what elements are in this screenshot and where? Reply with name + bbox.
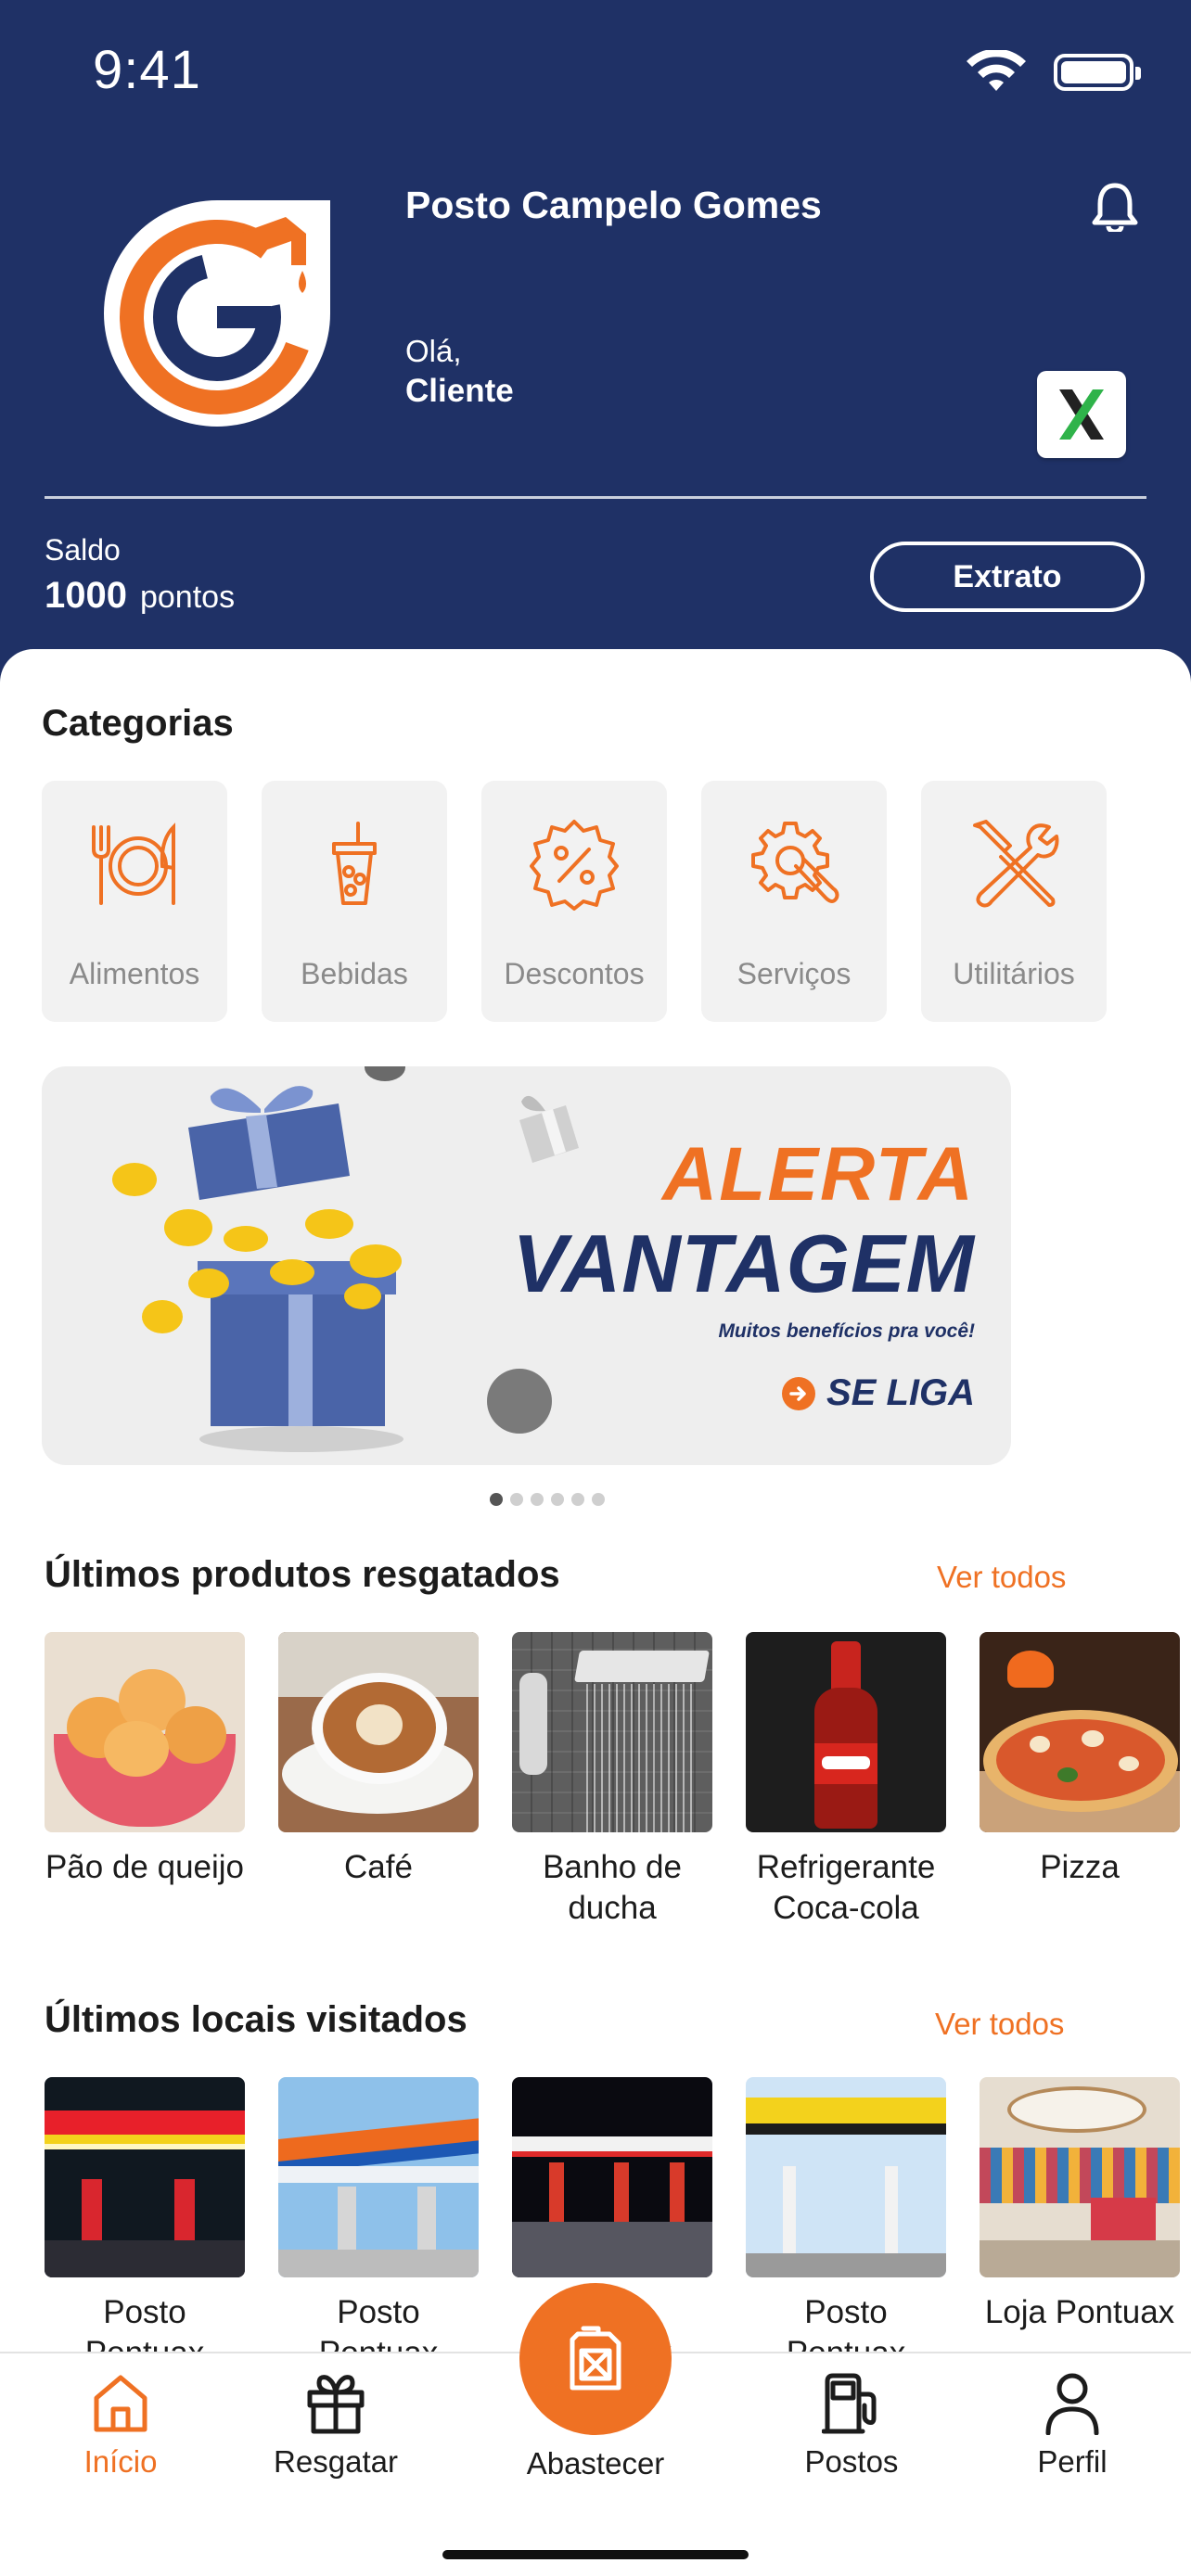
balance-label: Saldo — [45, 533, 121, 567]
banner-cta-label: SE LIGA — [826, 1372, 975, 1413]
statement-button[interactable]: Extrato — [870, 542, 1145, 612]
banner-subtitle: Muitos benefícios pra você! — [718, 1320, 975, 1342]
categories-title: Categorias — [42, 703, 234, 744]
places-title: Últimos locais visitados — [45, 1999, 467, 2040]
category-label: Bebidas — [301, 957, 408, 990]
partner-x-button[interactable] — [1037, 371, 1126, 458]
promo-banner[interactable]: ALERTA VANTAGEM Muitos benefícios pra vo… — [42, 1066, 1011, 1465]
balance-value: 1000 pontos — [45, 575, 235, 617]
nav-profile[interactable]: Perfil — [980, 2353, 1165, 2493]
category-bebidas[interactable]: Bebidas — [262, 781, 447, 1022]
header-divider — [45, 496, 1146, 499]
product-card[interactable]: Banho de ducha — [512, 1632, 712, 1929]
product-image — [980, 1632, 1180, 1832]
utensils-icon — [92, 823, 175, 905]
category-label: Utilitários — [953, 957, 1075, 990]
place-card[interactable]: Posto Pontuax — [746, 2077, 946, 2374]
product-name: Café — [344, 1849, 413, 1885]
greeting-text: Olá, — [405, 334, 462, 368]
category-utilitarios[interactable]: Utilitários — [921, 781, 1107, 1022]
category-descontos[interactable]: Descontos — [481, 781, 667, 1022]
carousel-dot[interactable] — [531, 1493, 544, 1506]
place-image — [746, 2077, 946, 2277]
carousel-pagination — [490, 1493, 605, 1506]
category-label: Descontos — [504, 957, 645, 990]
category-label: Serviços — [736, 957, 852, 990]
nav-redeem[interactable]: Resgatar — [243, 2353, 429, 2493]
x-logo-icon — [1059, 389, 1104, 440]
nav-home[interactable]: Início — [28, 2353, 213, 2493]
home-indicator — [442, 2550, 749, 2559]
place-image — [45, 2077, 245, 2277]
product-name: Banho de ducha — [543, 1849, 682, 1926]
fuel-can-icon — [570, 2326, 621, 2391]
status-bar: 9:41 — [0, 0, 1191, 139]
product-card[interactable]: Refrigerante Coca-cola — [746, 1632, 946, 1929]
banner-cta: SE LIGA — [763, 1372, 975, 1414]
arrow-right-icon — [781, 1376, 815, 1410]
product-card[interactable]: Pão de queijo — [45, 1632, 245, 1888]
product-image — [746, 1632, 946, 1832]
nav-profile-label: Perfil — [1037, 2444, 1108, 2479]
place-image — [278, 2077, 479, 2277]
nav-stations[interactable]: Postos — [759, 2353, 944, 2493]
places-see-all-link[interactable]: Ver todos — [935, 2007, 1064, 2042]
place-card[interactable]: Posto Pontuax — [45, 2077, 245, 2374]
gift-box-illustration — [112, 1086, 403, 1452]
balance-unit: pontos — [139, 580, 236, 615]
refuel-fab-button[interactable] — [519, 2283, 672, 2435]
tools-icon — [973, 820, 1059, 908]
product-image — [278, 1632, 479, 1832]
user-icon — [1045, 2373, 1099, 2435]
station-name: Posto Campelo Gomes — [405, 184, 822, 226]
product-card[interactable]: Café — [278, 1632, 479, 1888]
home-icon — [94, 2375, 147, 2432]
product-image — [512, 1632, 712, 1832]
carousel-dot[interactable] — [510, 1493, 523, 1506]
nav-refuel-label: Abastecer — [526, 2446, 665, 2480]
status-time: 9:41 — [93, 40, 201, 100]
product-image — [45, 1632, 245, 1832]
discount-badge-icon — [530, 820, 619, 911]
place-card[interactable]: Posto Pontuax — [278, 2077, 479, 2374]
carousel-dot[interactable] — [592, 1493, 605, 1506]
banner-headline: ALERTA — [662, 1132, 975, 1217]
battery-icon — [1054, 54, 1141, 91]
carousel-dot[interactable] — [571, 1493, 584, 1506]
carousel-dot[interactable] — [551, 1493, 564, 1506]
gear-wrench-icon — [751, 822, 839, 903]
place-image — [980, 2077, 1180, 2277]
place-card[interactable]: Loja Pontuax — [980, 2077, 1180, 2333]
product-card[interactable]: Pizza — [980, 1632, 1180, 1888]
wifi-icon — [967, 50, 1026, 91]
notification-bell-icon[interactable] — [1091, 182, 1139, 232]
place-name: Loja Pontuax — [984, 2294, 1175, 2330]
floating-gift-icon — [519, 1095, 579, 1163]
product-name: Pão de queijo — [45, 1849, 245, 1885]
category-alimentos[interactable]: Alimentos — [42, 781, 227, 1022]
brand-logo — [104, 200, 330, 427]
products-see-all-link[interactable]: Ver todos — [937, 1560, 1066, 1595]
decor-dark-circle — [487, 1369, 552, 1434]
nav-redeem-label: Resgatar — [274, 2444, 398, 2479]
place-image — [512, 2077, 712, 2277]
products-title: Últimos produtos resgatados — [45, 1554, 560, 1595]
nav-home-label: Início — [83, 2444, 158, 2479]
carousel-dot[interactable] — [490, 1493, 503, 1506]
gas-station-icon — [822, 2373, 877, 2434]
balance-points: 1000 — [45, 575, 127, 616]
banner-headline-2: VANTAGEM — [512, 1218, 975, 1309]
nav-stations-label: Postos — [804, 2444, 899, 2479]
category-label: Alimentos — [69, 957, 200, 990]
product-name: Pizza — [1040, 1849, 1120, 1885]
category-servicos[interactable]: Serviços — [701, 781, 887, 1022]
user-name: Cliente — [405, 373, 514, 409]
bottom-navigation: Início Resgatar Abastecer Postos Perfil — [0, 2283, 1191, 2576]
product-name: Refrigerante Coca-cola — [756, 1849, 936, 1926]
gift-icon — [307, 2375, 365, 2434]
drink-cup-icon — [332, 822, 377, 905]
